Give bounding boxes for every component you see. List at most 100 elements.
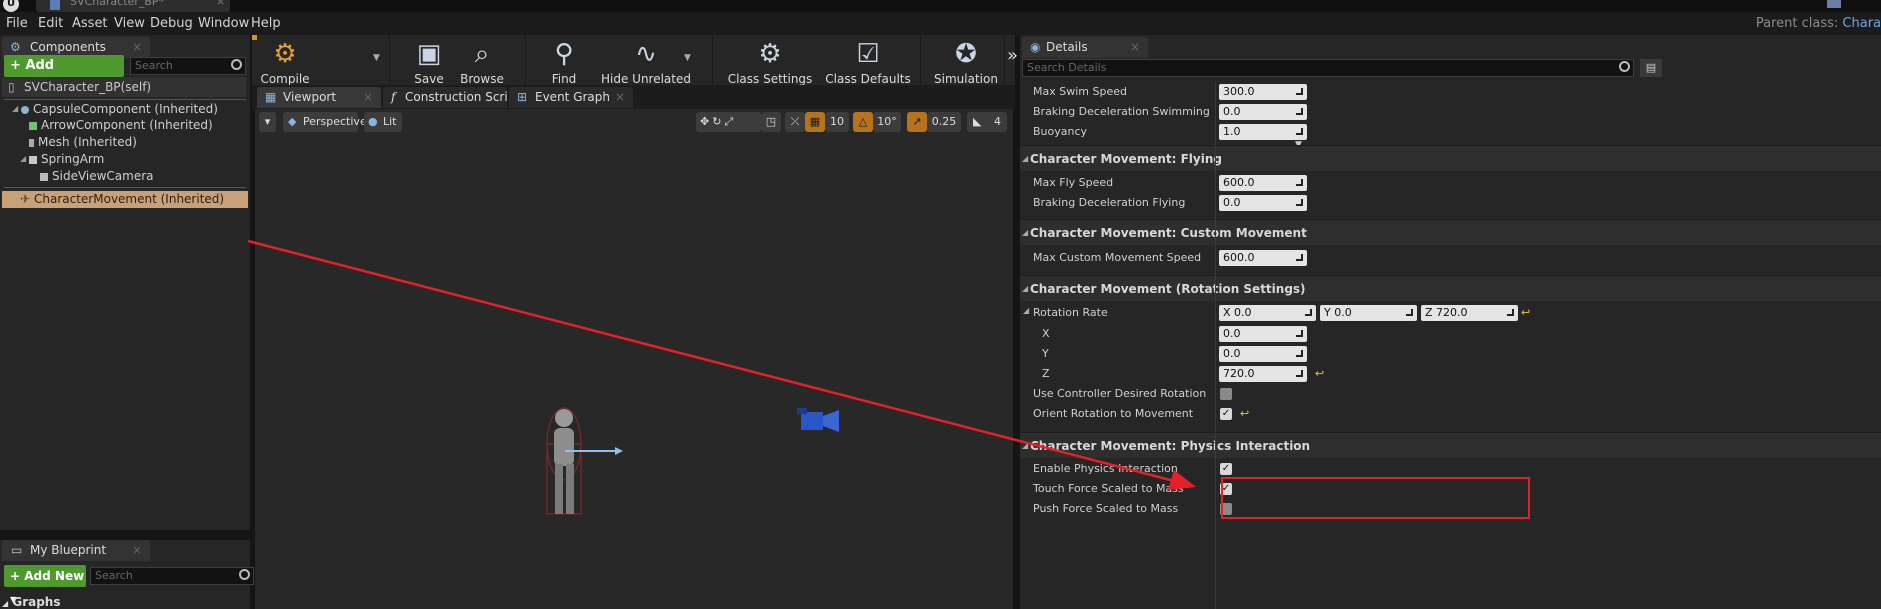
menu-file[interactable]: File: [6, 16, 28, 31]
menu-asset[interactable]: Asset: [72, 16, 108, 31]
tab-event-graph[interactable]: ⊞ Event Graph ×: [509, 87, 633, 108]
transform-tools[interactable]: ✥↻⤢: [696, 112, 761, 132]
collapse-icon[interactable]: ◢: [1022, 441, 1028, 450]
reset-to-default-icon[interactable]: ↩: [1315, 367, 1324, 380]
rotation-snap-icon[interactable]: △: [853, 112, 873, 132]
category-rotation-settings[interactable]: ◢ Character Movement (Rotation Settings): [1020, 275, 1881, 301]
collapse-icon[interactable]: ◢: [1022, 154, 1028, 163]
viewport[interactable]: ▾ ◆ Perspective ● Lit ✥↻⤢ ◳ ⤫ ▦ 10 △ 10°…: [255, 109, 1013, 609]
expand-icon[interactable]: ◢: [1023, 306, 1029, 315]
components-search-input[interactable]: Search: [130, 57, 246, 75]
menu-window[interactable]: Window: [198, 16, 249, 31]
my-blueprint-search-input[interactable]: Search: [90, 567, 254, 585]
tab-viewport[interactable]: ▦ Viewport ×: [257, 87, 381, 108]
hide-unrelated-chevron-icon[interactable]: ▼: [684, 53, 691, 63]
expand-icon[interactable]: ◢: [2, 599, 8, 608]
window-icon[interactable]: [1827, 0, 1841, 8]
tree-item-arrow[interactable]: ArrowComponent (Inherited): [29, 118, 213, 132]
braking-deceleration-flying-input[interactable]: 0.0: [1219, 195, 1307, 211]
category-custom-movement[interactable]: ◢ Character Movement: Custom Movement: [1020, 219, 1881, 245]
rotation-rate-y-input[interactable]: Y 0.0: [1320, 305, 1417, 321]
grid-snap-value[interactable]: 10: [825, 112, 849, 132]
class-settings-button[interactable]: ⚙ Class Settings: [722, 38, 818, 86]
reset-to-default-icon[interactable]: ↩: [1521, 306, 1530, 319]
property-matrix-icon[interactable]: ▤: [1640, 59, 1662, 77]
compile-options-chevron-icon[interactable]: ▼: [373, 53, 380, 63]
tab-my-blueprint[interactable]: ▭ My Blueprint ×: [2, 540, 150, 561]
braking-deceleration-swimming-input[interactable]: 0.0: [1219, 104, 1307, 120]
orient-rotation-to-movement-checkbox[interactable]: ✓: [1220, 408, 1232, 420]
find-button[interactable]: ⚲ Find: [539, 38, 589, 86]
category-flying[interactable]: ◢ Character Movement: Flying: [1020, 145, 1881, 171]
lit-button[interactable]: ● Lit: [364, 112, 402, 132]
rotation-z-input[interactable]: 720.0: [1219, 366, 1307, 382]
save-button[interactable]: ▣ Save: [406, 38, 452, 86]
reset-to-default-icon[interactable]: ↩: [1240, 407, 1249, 420]
menu-view[interactable]: View: [114, 16, 145, 31]
close-icon[interactable]: ×: [132, 540, 142, 561]
buoyancy-input[interactable]: 1.0: [1219, 124, 1307, 140]
close-icon[interactable]: ×: [1130, 37, 1140, 58]
close-icon[interactable]: ×: [615, 87, 625, 108]
viewport-options-chevron-icon[interactable]: ▾: [259, 112, 276, 132]
menu-edit[interactable]: Edit: [38, 16, 63, 31]
property-row: Z 720.0 ↩: [1020, 364, 1881, 384]
property-label: Rotation Rate: [1033, 306, 1108, 319]
menu-debug[interactable]: Debug: [150, 16, 193, 31]
collapse-icon[interactable]: ◢: [1022, 284, 1028, 293]
menu-help[interactable]: Help: [251, 16, 281, 31]
graphs-section[interactable]: ◢ Graphs: [2, 595, 60, 609]
rotation-rate-x-input[interactable]: X 0.0: [1219, 305, 1316, 321]
compile-icon: ⚙: [273, 39, 297, 69]
scale-icon[interactable]: ⤢: [724, 115, 736, 128]
document-tab[interactable]: SVCharacter_BP* ×: [36, 0, 230, 12]
tab-details[interactable]: ◉ Details ×: [1022, 37, 1148, 58]
enable-physics-interaction-checkbox[interactable]: ✓: [1220, 463, 1232, 475]
compile-button[interactable]: ⚙ Compile: [260, 38, 310, 86]
expand-icon[interactable]: ◢: [12, 104, 18, 113]
tree-item-mesh[interactable]: Mesh (Inherited): [29, 135, 137, 149]
add-new-button[interactable]: + Add New ▼: [4, 565, 86, 604]
grid-snap-icon[interactable]: ▦: [805, 112, 825, 132]
scale-snap-icon[interactable]: ↗: [907, 112, 927, 132]
details-panel: ◉ Details × Search Details ▤ Max Swim Sp…: [1020, 35, 1881, 609]
surface-snap-icon[interactable]: ⤫: [785, 112, 805, 132]
perspective-button[interactable]: ◆ Perspective: [283, 112, 367, 132]
tree-item-springarm[interactable]: ◢ SpringArm: [20, 152, 104, 166]
tab-construction-script[interactable]: f Construction Scrip: [383, 87, 507, 108]
rotation-snap-value[interactable]: 10°: [873, 112, 901, 132]
category-physics-interaction[interactable]: ◢ Character Movement: Physics Interactio…: [1020, 432, 1881, 458]
close-icon[interactable]: ×: [216, 0, 225, 8]
rotation-y-input[interactable]: 0.0: [1219, 346, 1307, 362]
character-mesh[interactable]: [535, 404, 625, 609]
world-local-icon[interactable]: ◳: [761, 112, 781, 132]
max-custom-movement-speed-input[interactable]: 600.0: [1219, 250, 1307, 266]
self-row[interactable]: ▯ SVCharacter_BP(self): [2, 77, 246, 97]
tree-item-character-movement[interactable]: ✈ CharacterMovement (Inherited): [2, 191, 248, 208]
unreal-logo-icon: U: [3, 0, 19, 12]
scale-snap-value[interactable]: 0.25: [927, 112, 961, 132]
property-row: Enable Physics Interaction ✓: [1020, 459, 1881, 479]
tree-item-camera[interactable]: SideViewCamera: [40, 169, 154, 183]
simulation-button[interactable]: ✪ Simulation: [930, 38, 1002, 86]
camera-mesh[interactable]: [795, 406, 850, 436]
rotation-x-input[interactable]: 0.0: [1219, 326, 1307, 342]
use-controller-desired-rotation-checkbox[interactable]: [1220, 388, 1232, 400]
add-component-button[interactable]: + Add Component ▼: [4, 55, 124, 95]
details-search-input[interactable]: Search Details: [1022, 59, 1634, 77]
translate-icon[interactable]: ✥: [700, 115, 712, 128]
class-defaults-button[interactable]: ☑ Class Defaults: [820, 38, 916, 86]
close-icon[interactable]: ×: [363, 87, 373, 108]
close-icon[interactable]: ×: [132, 37, 142, 58]
max-fly-speed-input[interactable]: 600.0: [1219, 175, 1307, 191]
tree-item-capsule[interactable]: ◢ CapsuleComponent (Inherited): [12, 102, 218, 116]
toolbar-overflow-icon[interactable]: »: [1007, 45, 1018, 66]
collapse-icon[interactable]: ◢: [1022, 228, 1028, 237]
rotate-icon[interactable]: ↻: [712, 115, 724, 128]
rotation-rate-z-input[interactable]: Z 720.0: [1421, 305, 1518, 321]
browse-button[interactable]: ⌕ Browse: [455, 38, 509, 86]
max-swim-speed-input[interactable]: 300.0: [1219, 84, 1307, 100]
camera-speed-button[interactable]: ◣ 4: [967, 112, 1007, 132]
parent-class-link[interactable]: Chara: [1842, 16, 1881, 31]
expand-icon[interactable]: ◢: [20, 154, 26, 163]
